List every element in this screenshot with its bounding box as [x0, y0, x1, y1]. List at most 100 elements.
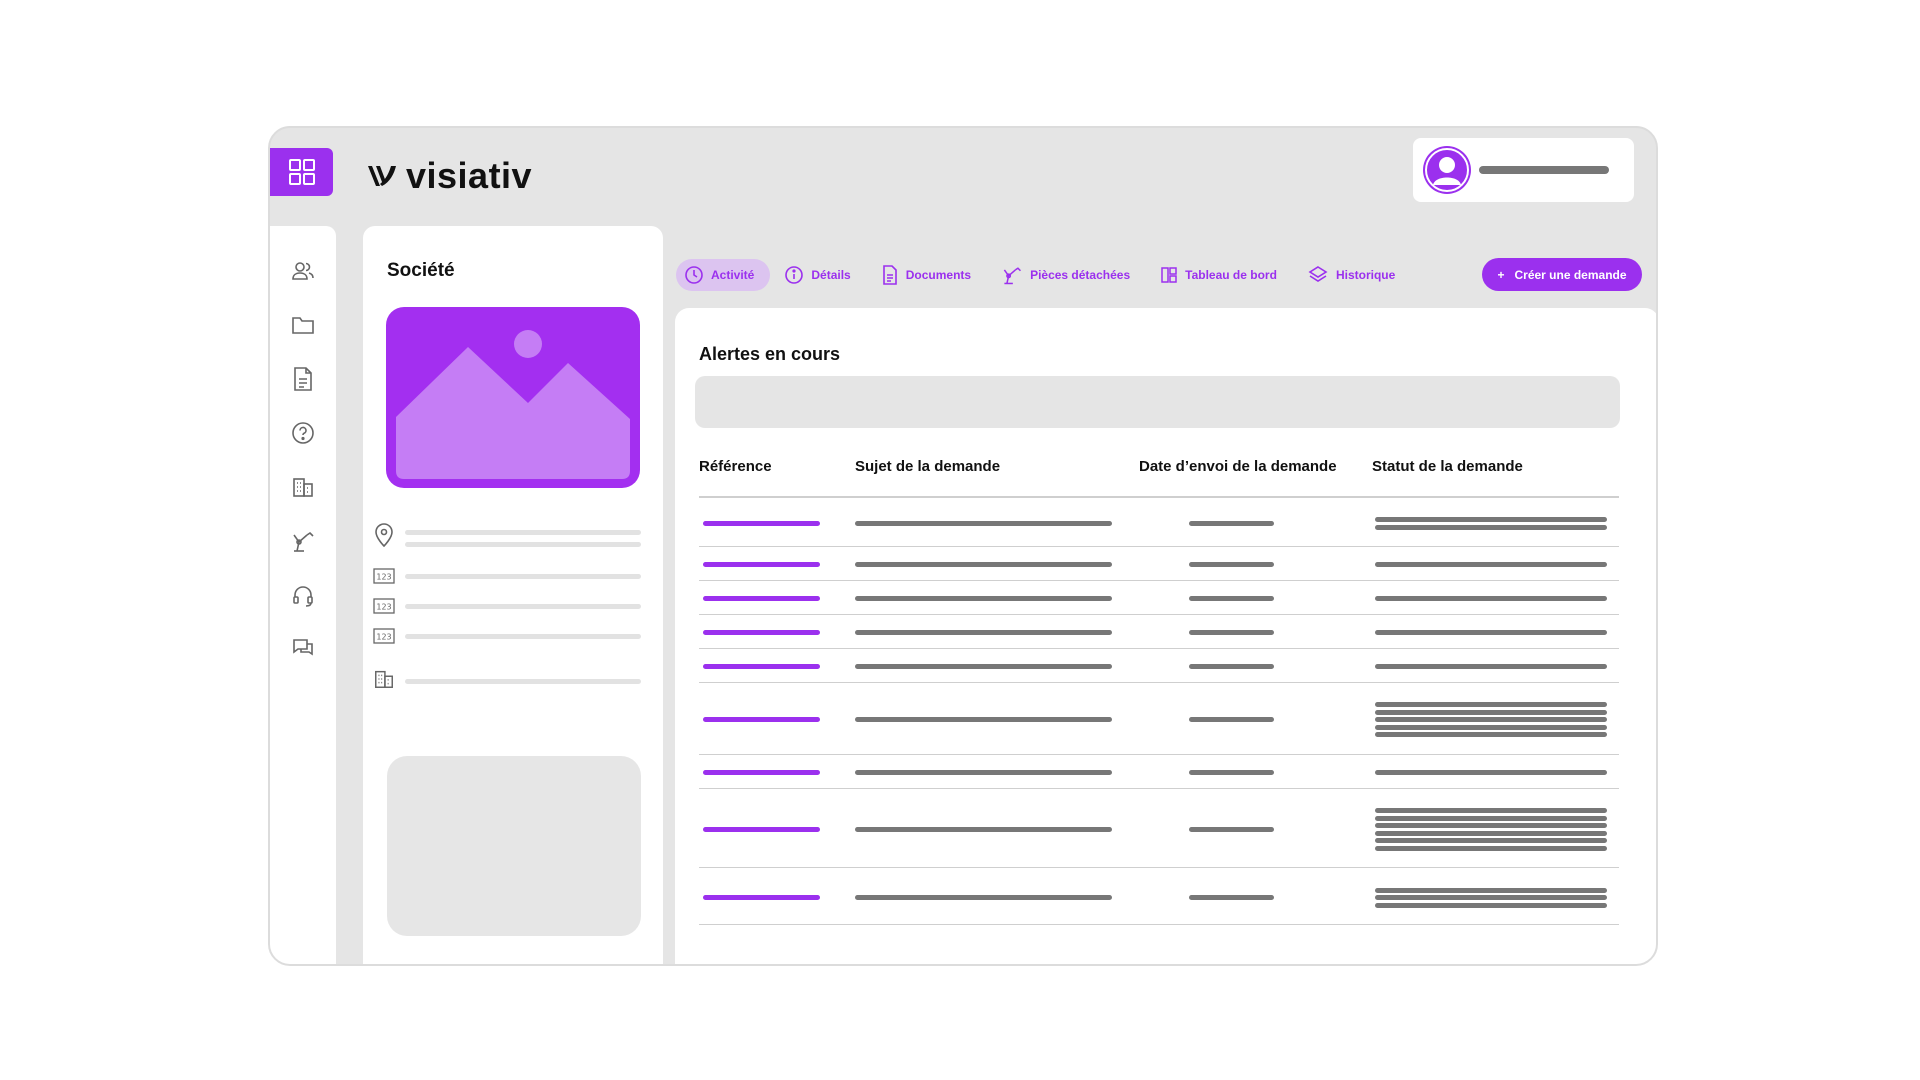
- column-header-status[interactable]: Statut de la demande: [1372, 458, 1523, 475]
- info-number-line-3: [405, 634, 641, 639]
- date-placeholder: [1189, 664, 1274, 669]
- reference-placeholder[interactable]: [703, 562, 820, 567]
- reference-placeholder[interactable]: [703, 717, 820, 722]
- status-placeholder: [1375, 816, 1607, 821]
- subject-placeholder: [855, 630, 1112, 635]
- status-placeholder: [1375, 903, 1607, 908]
- headset-icon[interactable]: [290, 582, 316, 608]
- table-row[interactable]: [699, 615, 1619, 649]
- subject-placeholder: [855, 664, 1112, 669]
- status-placeholder: [1375, 895, 1607, 900]
- tab-activite[interactable]: Activité: [676, 259, 771, 291]
- table-row[interactable]: [699, 683, 1619, 755]
- reference-placeholder[interactable]: [703, 895, 820, 900]
- status-placeholder: [1375, 732, 1607, 737]
- status-placeholder: [1375, 831, 1607, 836]
- column-header-subject[interactable]: Sujet de la demande: [855, 458, 1000, 475]
- status-placeholder: [1375, 888, 1607, 893]
- visiativ-logo-icon: [368, 166, 396, 186]
- info-address-row: [373, 522, 395, 548]
- status-placeholder: [1375, 517, 1607, 522]
- alerts-table-body: [699, 498, 1619, 925]
- chat-icon[interactable]: [290, 636, 316, 662]
- document-icon: [882, 265, 897, 285]
- help-icon[interactable]: [290, 420, 316, 446]
- table-row[interactable]: [699, 755, 1619, 789]
- status-placeholder: [1375, 630, 1607, 635]
- tab-documents[interactable]: Documents: [873, 259, 987, 291]
- date-placeholder: [1189, 562, 1274, 567]
- buildings-icon[interactable]: [290, 474, 316, 500]
- apps-grid-button[interactable]: [270, 148, 333, 196]
- document-icon[interactable]: [290, 366, 316, 392]
- subject-placeholder: [855, 521, 1112, 526]
- user-menu[interactable]: [1413, 138, 1634, 202]
- column-header-reference[interactable]: Référence: [699, 458, 772, 475]
- subject-placeholder: [855, 827, 1112, 832]
- folder-icon[interactable]: [290, 312, 316, 338]
- image-placeholder-icon: [396, 330, 630, 479]
- info-address-lines: [405, 530, 641, 547]
- status-placeholder: [1375, 710, 1607, 715]
- status-placeholder: [1375, 562, 1607, 567]
- column-header-date[interactable]: Date d’envoi de la demande: [1139, 458, 1337, 475]
- location-pin-icon: [375, 523, 393, 548]
- reference-placeholder[interactable]: [703, 596, 820, 601]
- table-row[interactable]: [699, 547, 1619, 581]
- tab-label: Documents: [905, 268, 972, 282]
- tab-label: Tableau de bord: [1185, 268, 1277, 282]
- date-placeholder: [1189, 630, 1274, 635]
- alerts-filter-bar[interactable]: [695, 376, 1620, 428]
- alerts-panel: Alertes en cours Référence Sujet de la d…: [675, 308, 1656, 964]
- app-window: visiativ Société 123 123 123 Activité Dé…: [268, 126, 1658, 966]
- users-icon[interactable]: [290, 258, 316, 284]
- status-placeholder: [1375, 702, 1607, 707]
- brand-name: visiativ: [406, 155, 533, 196]
- dashboard-icon: [1161, 267, 1177, 283]
- building-icon: [375, 670, 393, 688]
- date-placeholder: [1189, 596, 1274, 601]
- alerts-title: Alertes en cours: [699, 344, 841, 364]
- reference-placeholder[interactable]: [703, 770, 820, 775]
- table-row[interactable]: [699, 649, 1619, 683]
- status-placeholder: [1375, 664, 1607, 669]
- status-placeholder: [1375, 838, 1607, 843]
- brand-logo[interactable]: visiativ: [366, 155, 532, 197]
- number-123-icon: 123: [373, 628, 395, 644]
- status-placeholder: [1375, 846, 1607, 851]
- tab-tableau-de-bord[interactable]: Tableau de bord: [1152, 259, 1293, 291]
- tab-historique[interactable]: Historique: [1299, 259, 1411, 291]
- table-row[interactable]: [699, 581, 1619, 615]
- layers-icon: [1308, 266, 1328, 282]
- user-avatar-icon: [1423, 146, 1471, 194]
- tab-label: Détails: [811, 268, 851, 282]
- status-placeholder: [1375, 717, 1607, 722]
- company-extra-box: [387, 756, 641, 936]
- subject-placeholder: [855, 717, 1112, 722]
- user-name-placeholder: [1479, 166, 1609, 174]
- table-header: Référence Sujet de la demande Date d’env…: [699, 458, 1619, 498]
- svg-text:123: 123: [376, 633, 391, 642]
- info-number-row-3: 123: [373, 628, 395, 644]
- robot-arm-icon[interactable]: [290, 528, 316, 554]
- number-123-icon: 123: [373, 568, 395, 584]
- table-row[interactable]: [699, 789, 1619, 868]
- reference-placeholder[interactable]: [703, 827, 820, 832]
- table-row[interactable]: [699, 498, 1619, 547]
- status-placeholder: [1375, 596, 1607, 601]
- status-placeholder: [1375, 770, 1607, 775]
- tab-details[interactable]: Détails: [776, 259, 866, 291]
- table-row[interactable]: [699, 868, 1619, 925]
- info-number-row-1: 123: [373, 568, 395, 584]
- date-placeholder: [1189, 717, 1274, 722]
- tab-bar: Activité Détails Documents Pièces détach…: [676, 258, 1417, 292]
- reference-placeholder[interactable]: [703, 664, 820, 669]
- tab-label: Pièces détachées: [1030, 268, 1131, 282]
- company-title: Société: [387, 260, 455, 281]
- date-placeholder: [1189, 895, 1274, 900]
- reference-placeholder[interactable]: [703, 630, 820, 635]
- tab-pieces-detachees[interactable]: Pièces détachées: [993, 259, 1146, 291]
- create-request-button[interactable]: + Créer une demande: [1482, 258, 1642, 291]
- reference-placeholder[interactable]: [703, 521, 820, 526]
- svg-text:123: 123: [376, 603, 391, 612]
